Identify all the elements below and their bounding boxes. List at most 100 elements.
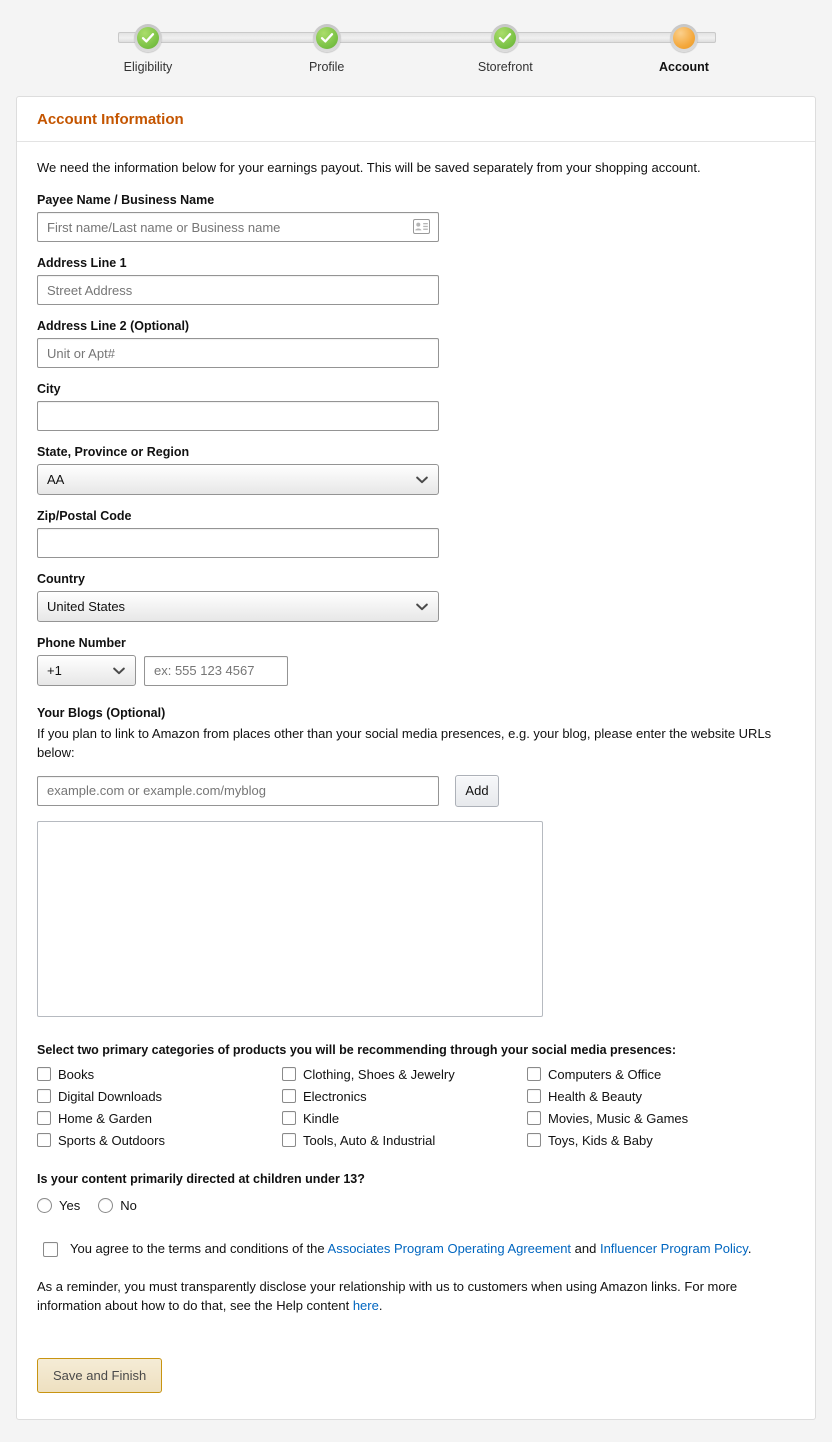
checkbox-icon[interactable] xyxy=(282,1111,296,1125)
field-label: Address Line 2 (Optional) xyxy=(37,319,795,333)
progress-step-account[interactable]: Account xyxy=(624,0,744,74)
step-node-complete-icon xyxy=(491,24,519,52)
category-label: Movies, Music & Games xyxy=(548,1111,688,1126)
field-label: Address Line 1 xyxy=(37,256,795,270)
phone-country-code-select[interactable]: +1 xyxy=(37,655,136,686)
progress-step-label: Account xyxy=(624,60,744,74)
category-checkbox-kindle[interactable]: Kindle xyxy=(282,1111,527,1126)
field-label: Payee Name / Business Name xyxy=(37,193,795,207)
category-label: Home & Garden xyxy=(58,1111,152,1126)
terms-checkbox-icon[interactable] xyxy=(43,1242,58,1257)
step-node-complete-icon xyxy=(134,24,162,52)
field-address-line-1: Address Line 1 xyxy=(37,256,795,305)
terms-suffix: . xyxy=(748,1241,752,1256)
checkbox-icon[interactable] xyxy=(37,1111,51,1125)
help-content-here-link[interactable]: here xyxy=(353,1298,379,1313)
radio-label: No xyxy=(120,1198,137,1213)
radio-icon[interactable] xyxy=(37,1198,52,1213)
add-blog-button[interactable]: Add xyxy=(455,775,499,807)
category-checkbox-home-garden[interactable]: Home & Garden xyxy=(37,1111,282,1126)
address-line-1-input[interactable] xyxy=(37,275,439,305)
category-checkbox-computers-office[interactable]: Computers & Office xyxy=(527,1067,795,1082)
radio-yes[interactable]: Yes xyxy=(37,1198,80,1213)
associates-program-operating-agreement-link[interactable]: Associates Program Operating Agreement xyxy=(328,1241,572,1256)
category-checkbox-electronics[interactable]: Electronics xyxy=(282,1089,527,1104)
category-label: Kindle xyxy=(303,1111,339,1126)
chevron-down-icon xyxy=(416,603,428,611)
field-city: City xyxy=(37,382,795,431)
step-node-complete-icon xyxy=(313,24,341,52)
checkbox-icon[interactable] xyxy=(37,1089,51,1103)
children-directed-question: Is your content primarily directed at ch… xyxy=(37,1172,795,1186)
progress-step-eligibility[interactable]: Eligibility xyxy=(88,0,208,74)
terms-text: You agree to the terms and conditions of… xyxy=(70,1241,751,1256)
checkbox-icon[interactable] xyxy=(37,1067,51,1081)
contact-card-icon[interactable] xyxy=(413,219,430,234)
category-label: Computers & Office xyxy=(548,1067,661,1082)
category-checkbox-movies-music-games[interactable]: Movies, Music & Games xyxy=(527,1111,795,1126)
phone-number-input[interactable] xyxy=(144,656,288,686)
checkbox-icon[interactable] xyxy=(527,1089,541,1103)
checkbox-icon[interactable] xyxy=(527,1133,541,1147)
state-select[interactable]: AA xyxy=(37,464,439,495)
check-icon xyxy=(320,31,334,45)
checkbox-icon[interactable] xyxy=(527,1111,541,1125)
field-zip-postal-code: Zip/Postal Code xyxy=(37,509,795,558)
reminder-suffix: . xyxy=(379,1298,383,1313)
blog-url-list[interactable] xyxy=(37,821,543,1017)
progress-steps: Eligibility Profile Storefront xyxy=(0,0,832,74)
radio-icon[interactable] xyxy=(98,1198,113,1213)
check-icon xyxy=(498,31,512,45)
field-label: Zip/Postal Code xyxy=(37,509,795,523)
progress-step-label: Profile xyxy=(267,60,387,74)
category-checkbox-books[interactable]: Books xyxy=(37,1067,282,1082)
zip-postal-code-input[interactable] xyxy=(37,528,439,558)
field-label: City xyxy=(37,382,795,396)
category-label: Toys, Kids & Baby xyxy=(548,1133,653,1148)
card-header: Account Information xyxy=(17,97,815,142)
chevron-down-icon xyxy=(113,667,125,675)
state-select-value: AA xyxy=(47,472,64,487)
terms-agreement-row: You agree to the terms and conditions of… xyxy=(43,1241,795,1257)
checkbox-icon[interactable] xyxy=(282,1089,296,1103)
category-checkbox-clothing-shoes-jewelry[interactable]: Clothing, Shoes & Jewelry xyxy=(282,1067,527,1082)
field-phone-number: Phone Number +1 xyxy=(37,636,795,686)
category-label: Electronics xyxy=(303,1089,367,1104)
category-label: Digital Downloads xyxy=(58,1089,162,1104)
progress-step-label: Storefront xyxy=(445,60,565,74)
save-and-finish-button[interactable]: Save and Finish xyxy=(37,1358,162,1393)
category-label: Tools, Auto & Industrial xyxy=(303,1133,435,1148)
progress-step-storefront[interactable]: Storefront xyxy=(445,0,565,74)
card-body: We need the information below for your e… xyxy=(17,142,815,1419)
country-select[interactable]: United States xyxy=(37,591,439,622)
field-country: Country United States xyxy=(37,572,795,622)
address-line-2-input[interactable] xyxy=(37,338,439,368)
checkbox-icon[interactable] xyxy=(37,1133,51,1147)
category-label: Sports & Outdoors xyxy=(58,1133,165,1148)
blog-url-input[interactable] xyxy=(37,776,439,806)
progress-step-profile[interactable]: Profile xyxy=(267,0,387,74)
checkbox-icon[interactable] xyxy=(282,1133,296,1147)
field-label: Phone Number xyxy=(37,636,795,650)
check-icon xyxy=(141,31,155,45)
page-title: Account Information xyxy=(37,111,795,128)
categories-question: Select two primary categories of product… xyxy=(37,1043,795,1057)
progress-tracker: Eligibility Profile Storefront xyxy=(0,0,832,96)
payee-name-input[interactable] xyxy=(37,212,439,242)
city-input[interactable] xyxy=(37,401,439,431)
category-checkbox-sports-outdoors[interactable]: Sports & Outdoors xyxy=(37,1133,282,1148)
intro-text: We need the information below for your e… xyxy=(37,160,795,175)
category-checkbox-digital-downloads[interactable]: Digital Downloads xyxy=(37,1089,282,1104)
category-checkbox-tools-auto-industrial[interactable]: Tools, Auto & Industrial xyxy=(282,1133,527,1148)
radio-no[interactable]: No xyxy=(98,1198,137,1213)
field-address-line-2: Address Line 2 (Optional) xyxy=(37,319,795,368)
field-state: State, Province or Region AA xyxy=(37,445,795,495)
checkbox-icon[interactable] xyxy=(282,1067,296,1081)
category-label: Clothing, Shoes & Jewelry xyxy=(303,1067,455,1082)
category-checkbox-toys-kids-baby[interactable]: Toys, Kids & Baby xyxy=(527,1133,795,1148)
categories-grid: Books Clothing, Shoes & Jewelry Computer… xyxy=(37,1067,795,1148)
influencer-program-policy-link[interactable]: Influencer Program Policy xyxy=(600,1241,748,1256)
field-label: Country xyxy=(37,572,795,586)
checkbox-icon[interactable] xyxy=(527,1067,541,1081)
category-checkbox-health-beauty[interactable]: Health & Beauty xyxy=(527,1089,795,1104)
